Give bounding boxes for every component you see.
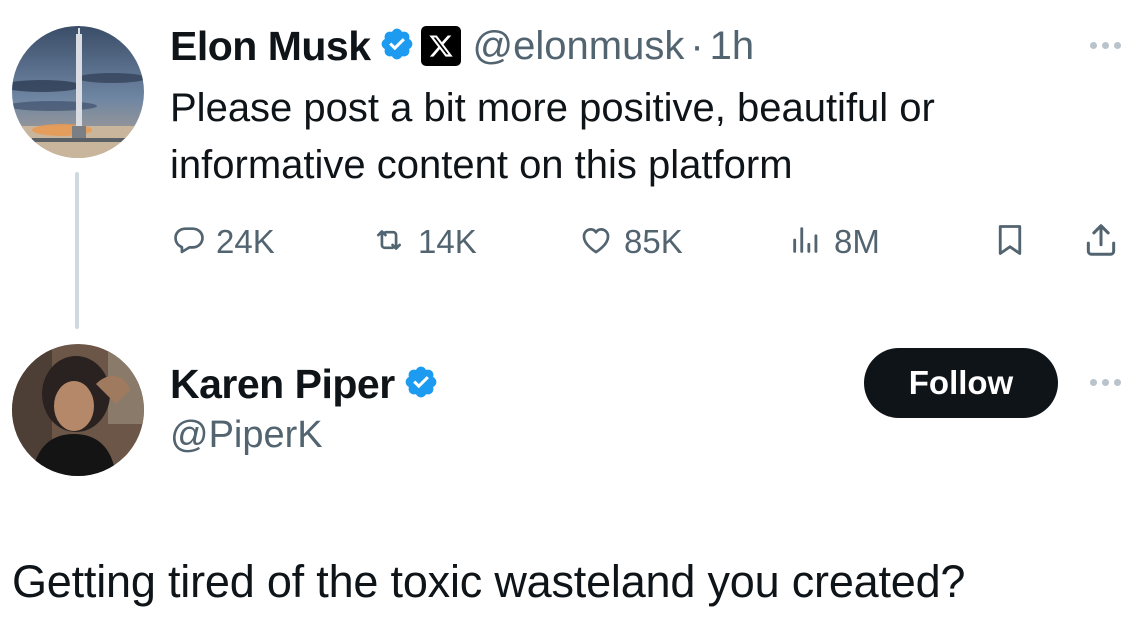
verified-badge-icon: [403, 364, 439, 405]
reply-text: Getting tired of the toxic wasteland you…: [12, 556, 966, 607]
repost-icon: [370, 223, 408, 262]
views-button[interactable]: 8M: [788, 214, 880, 270]
reply-count: 24K: [216, 223, 275, 260]
views-chart-icon: [788, 223, 824, 262]
reply-author-handle[interactable]: @PiperK: [170, 414, 323, 457]
tweet-timestamp[interactable]: 1h: [710, 24, 755, 69]
karen-avatar[interactable]: [12, 344, 144, 476]
author-handle[interactable]: @elonmusk: [473, 24, 685, 69]
like-count: 85K: [624, 223, 683, 260]
separator-dot: ·: [690, 23, 704, 68]
share-button[interactable]: [1082, 214, 1120, 270]
follow-button[interactable]: Follow: [864, 348, 1058, 418]
elon-header: Elon Musk @elonmusk · 1h: [170, 20, 754, 72]
karen-header: Karen Piper: [170, 358, 439, 410]
share-icon: [1082, 221, 1120, 264]
thread-line: [75, 172, 79, 329]
repost-button[interactable]: 14K: [370, 214, 477, 270]
repost-count: 14K: [418, 223, 477, 260]
views-count: 8M: [834, 223, 880, 260]
bookmark-icon: [992, 221, 1028, 264]
reply-icon: [172, 223, 206, 262]
elon-avatar[interactable]: [12, 26, 144, 158]
reply-author-name[interactable]: Karen Piper: [170, 361, 395, 408]
tweet-action-bar: 24K 14K 85K 8M: [170, 214, 1132, 270]
starship-photo: [12, 26, 144, 158]
reply-button[interactable]: 24K: [172, 214, 275, 270]
verified-badge-icon: [379, 26, 415, 67]
tweet-text: Please post a bit more positive, beautif…: [170, 86, 935, 187]
more-options-icon[interactable]: [1090, 379, 1121, 386]
profile-photo: [12, 344, 144, 476]
like-button[interactable]: 85K: [578, 214, 683, 270]
x-logo-icon: [420, 26, 461, 66]
author-name[interactable]: Elon Musk: [170, 23, 371, 70]
more-options-icon[interactable]: [1090, 42, 1121, 49]
bookmark-button[interactable]: [992, 214, 1028, 270]
heart-icon: [578, 223, 614, 262]
